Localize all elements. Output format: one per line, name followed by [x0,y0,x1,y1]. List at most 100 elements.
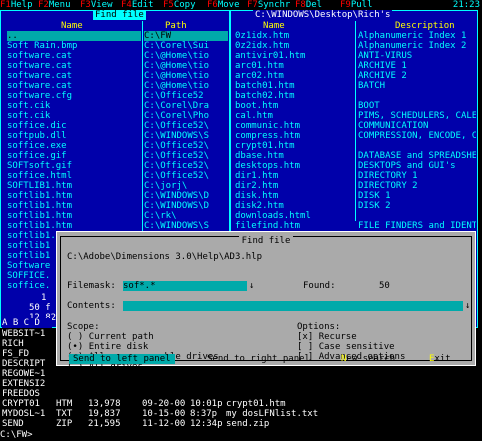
left-row-name[interactable]: software.cat [7,61,141,71]
left-row-name[interactable]: soft.cik [7,101,141,111]
dir-list-item[interactable]: WEBSIT~1 [2,329,56,339]
left-row-path[interactable]: C:\WINDOWS\S [144,131,228,141]
right-row-name[interactable]: antivir01.htm [235,51,353,61]
filemask-arrow-icon[interactable]: ↓ [249,281,254,291]
left-row-path[interactable]: C:\Corel\Pho [144,111,228,121]
left-row-name[interactable]: softlib1 [7,251,57,261]
contents-input[interactable] [123,301,463,311]
left-row-path[interactable]: C:\jorj\ [144,181,228,191]
filemask-input[interactable]: sof*.* [123,281,247,291]
find-file-dialog[interactable]: Find file C:\Adobe\Dimensions 3.0\Help\A… [56,231,476,372]
left-row-path[interactable]: C:\Corel\Dra [144,101,228,111]
scope-radio-0[interactable]: ( ) Current path [67,332,154,342]
left-row-name[interactable]: soffice.html [7,171,141,181]
left-row-path[interactable]: C:\WINDOWS\D [144,191,228,201]
left-row-path[interactable]: C:\WINDOWS\S [144,221,228,231]
fkey-f1[interactable]: F1Help [0,0,33,10]
fkey-f5[interactable]: F5Copy [163,0,196,10]
right-row-name[interactable]: arc02.htm [235,71,353,81]
file-file[interactable]: my dosLFNlist.txt [226,409,318,419]
right-row-name[interactable]: filefind.htm [235,221,353,231]
left-row-name[interactable]: SOFTLIB1.htm [7,181,141,191]
dir-list-item[interactable]: RICH [2,339,56,349]
left-row-name[interactable]: SOFFICE. [7,271,57,281]
left-row-path[interactable]: C:\@Home\tio [144,81,228,91]
left-row-name[interactable]: softlib1.htm [7,211,141,221]
send-to-left-panel-button[interactable]: Send to left panel [69,354,175,364]
right-row-name[interactable]: dir1.htm [235,171,353,181]
right-row-name[interactable]: dbase.htm [235,151,353,161]
contents-arrow-icon[interactable]: ↓ [465,301,470,311]
send-to-right-panel-button[interactable]: Send to right panel [207,354,310,364]
fkey-f4[interactable]: F4Edit [121,0,154,10]
fkey-f9[interactable]: F9Pull [340,0,373,10]
fkey-f2[interactable]: F2Menu [38,0,71,10]
right-row-name[interactable]: cal.htm [235,111,353,121]
fkey-f7[interactable]: F7Synchr [247,0,290,10]
left-row-path[interactable]: C:\FW [144,31,228,41]
right-row-name[interactable]: 0z1idx.htm [235,31,353,41]
dir-list-item[interactable]: FS_FD [2,349,56,359]
function-key-bar: F1Help F2Menu F3View F4Edit F5Copy F6Move F7Sy… [0,0,482,10]
left-row-name[interactable]: softlib1 [7,241,57,251]
dir-list-item[interactable]: DESCRIPT [2,359,56,369]
right-row-name[interactable]: batch01.htm [235,81,353,91]
left-row-name[interactable]: software.cat [7,71,141,81]
dir-list-item[interactable]: EXTENSI2 [2,379,56,389]
left-row-path[interactable]: C:\@Home\tio [144,51,228,61]
right-row-name[interactable]: disk.htm [235,191,353,201]
command-prompt[interactable]: C:\FW> [0,430,33,440]
left-row-name[interactable]: soffice.dic [7,121,141,131]
right-row-name[interactable]: dir2.htm [235,181,353,191]
left-row-name[interactable]: soffice. [7,281,57,291]
right-row-name[interactable]: desktops.htm [235,161,353,171]
drive-letters[interactable]: A B C D [2,318,52,328]
left-row-name[interactable]: Soft Rain.bmp [7,41,141,51]
fkey-f6[interactable]: F6Move [207,0,240,10]
left-row-name[interactable]: soffice.gif [7,151,141,161]
new-search-button[interactable]: New search [341,354,395,364]
left-row-name[interactable]: software.cat [7,51,141,61]
left-row-name[interactable]: software.cfg [7,91,141,101]
left-row-name[interactable]: softlib1.htm [7,191,141,201]
left-row-name[interactable]: softlib1.htm [7,221,141,231]
right-row-name[interactable]: downloads.html [235,211,353,221]
right-row-name[interactable]: disk2.htm [235,201,353,211]
file-file[interactable]: send.zip [226,419,269,429]
left-row-name[interactable]: softpub.dll [7,131,141,141]
left-row-path[interactable]: C:\WINDOWS\D [144,201,228,211]
fkey-f3[interactable]: F3View [80,0,113,10]
dir-list-item[interactable]: FREEDOS [2,389,56,399]
option-checkbox-0[interactable]: [x] Recurse [297,332,357,342]
right-row-name[interactable]: compress.htm [235,131,353,141]
left-row-path[interactable]: C:\Office52\ [144,171,228,181]
left-row-name[interactable]: software.cat [7,81,141,91]
left-row-name[interactable]: SOFTsoft.gif [7,161,141,171]
dir-list-item[interactable]: REGOWE~1 [2,369,56,379]
fkey-f8[interactable]: F8Del [295,0,322,10]
scope-radio-1[interactable]: (•) Entire disk [67,342,148,352]
left-row-name[interactable]: soft.cik [7,111,141,121]
left-row-name[interactable]: soffice.exe [7,141,141,151]
left-row-name[interactable]: Software [7,261,57,271]
left-row-name[interactable]: softlib1.htm [7,201,141,211]
left-row-path[interactable]: C:\@Home\tio [144,61,228,71]
left-row-path[interactable]: C:\Office52\ [144,141,228,151]
file-file[interactable]: crypt01.htm [226,399,286,409]
left-row-path[interactable]: C:\Corel\Sui [144,41,228,51]
exit-button[interactable]: Exit [429,354,451,364]
right-row-name[interactable]: 0z2idx.htm [235,41,353,51]
left-row-path[interactable]: C:\rk\ [144,211,228,221]
left-row-name[interactable]: .. [7,31,141,41]
left-row-path[interactable]: C:\@Home\tio [144,71,228,81]
right-row-name[interactable]: batch02.htm [235,91,353,101]
right-row-name[interactable]: boot.htm [235,101,353,111]
left-row-path[interactable]: C:\Office52\ [144,161,228,171]
left-row-path[interactable]: C:\Office52\ [144,151,228,161]
right-row-name[interactable]: arc01.htm [235,61,353,71]
right-row-name[interactable]: communic.htm [235,121,353,131]
option-checkbox-1[interactable]: [ ] Case sensitive [297,342,395,352]
right-row-name[interactable]: crypt01.htm [235,141,353,151]
left-row-path[interactable]: C:\Office52\ [144,121,228,131]
left-row-path[interactable]: C:\Office52 [144,91,228,101]
